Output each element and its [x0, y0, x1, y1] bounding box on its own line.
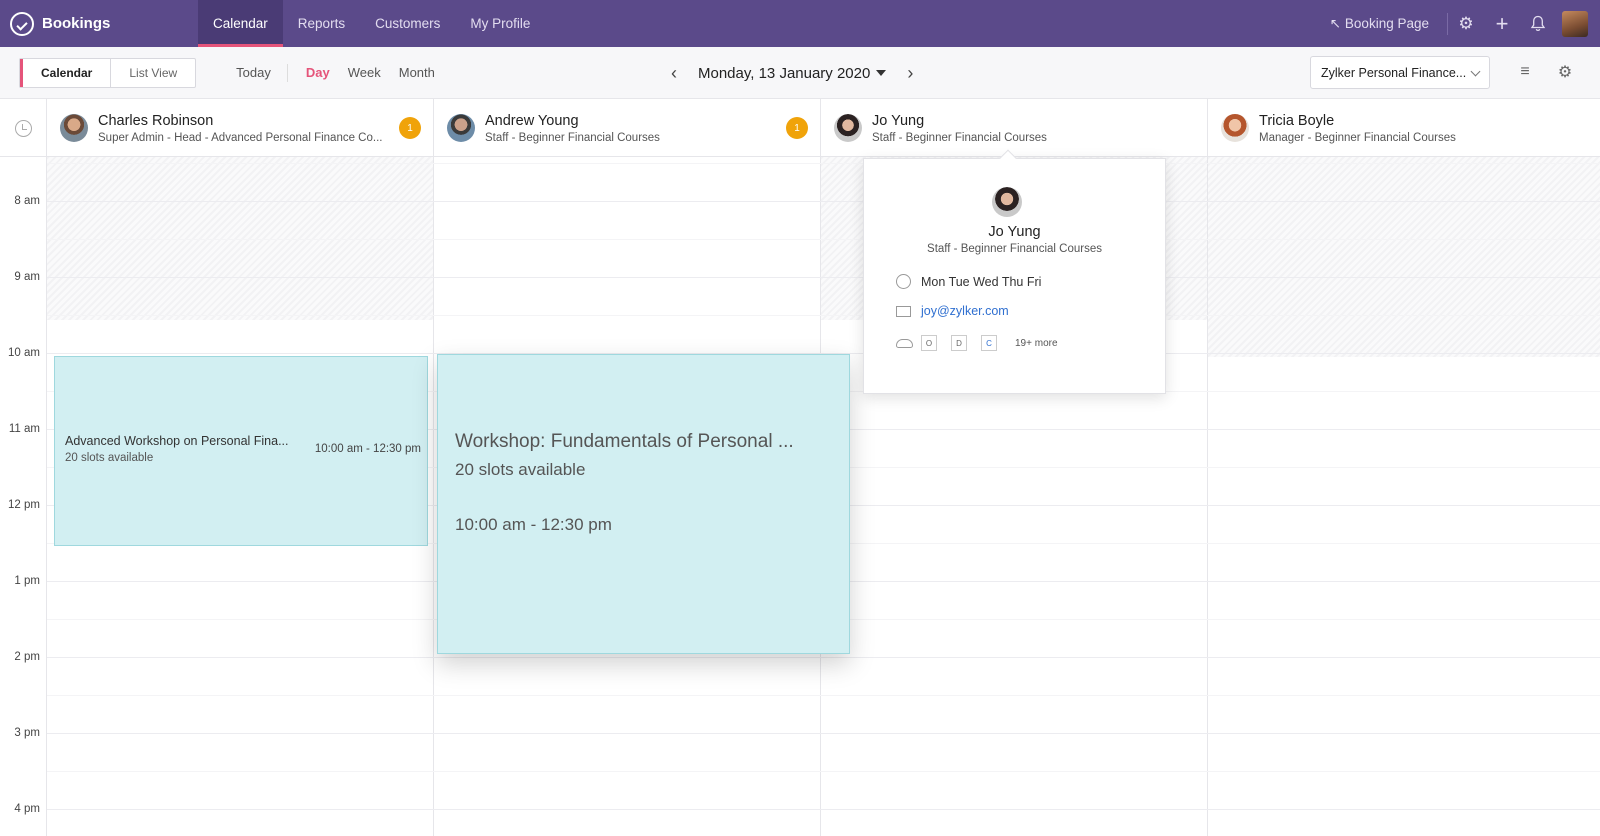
top-nav: Bookings Calendar Reports Customers My P… [0, 0, 1600, 47]
week-range-button[interactable]: Week [348, 65, 381, 80]
time-label: 4 pm [14, 803, 40, 815]
more-services-link[interactable]: 19+ more [1015, 338, 1058, 349]
cloud-icon [896, 338, 913, 348]
service-chip: C [981, 335, 997, 351]
date-navigator: ‹ Monday, 13 January 2020 › [660, 47, 924, 99]
brand[interactable]: Bookings [0, 0, 198, 47]
staff-header: Charles Robinson Super Admin - Head - Ad… [0, 99, 1600, 157]
avatar [992, 187, 1022, 217]
nav-right: ↖ Booking Page ⚙ + [1312, 0, 1600, 47]
staff-role: Staff - Beginner Financial Courses [872, 131, 1047, 144]
booking-count-badge: 1 [786, 117, 808, 139]
working-days: Mon Tue Wed Thu Fri [921, 274, 1042, 289]
event-card[interactable]: Advanced Workshop on Personal Fina... 20… [54, 356, 428, 546]
services-row: O D C 19+ more [896, 335, 1058, 351]
email-row: joy@zylker.com [896, 304, 1009, 318]
popup-staff-name: Jo Yung [988, 224, 1041, 240]
nav-tab-my-profile[interactable]: My Profile [455, 0, 545, 47]
time-label: 11 am [8, 423, 40, 435]
time-gutter: 8 am 9 am 10 am 11 am 12 pm 1 pm 2 pm 3 … [0, 157, 47, 836]
time-label: 10 am [8, 347, 40, 359]
app-name: Bookings [42, 15, 111, 32]
event-time: 10:00 am - 12:30 pm [455, 515, 612, 534]
staff-name: Tricia Boyle [1259, 112, 1335, 129]
workspace-select[interactable]: Zylker Personal Finance... [1310, 56, 1490, 89]
booking-page-link[interactable]: ↖ Booking Page [1312, 12, 1448, 35]
day-range-button[interactable]: Day [306, 65, 330, 80]
service-chip: D [951, 335, 967, 351]
list-view-button[interactable]: List View [111, 59, 195, 87]
event-time: 10:00 am - 12:30 pm [314, 443, 421, 455]
mail-icon [896, 305, 911, 317]
staff-name: Andrew Young [485, 112, 579, 129]
clock-icon [14, 119, 32, 137]
time-label: 8 am [14, 195, 40, 207]
chevron-right-icon[interactable]: › [896, 63, 924, 84]
time-label: 9 am [14, 271, 40, 283]
month-range-button[interactable]: Month [399, 65, 435, 80]
avatar [834, 114, 862, 142]
time-label: 3 pm [14, 727, 40, 739]
staff-role: Super Admin - Head - Advanced Personal F… [98, 131, 383, 144]
event-card-dragging[interactable]: Workshop: Fundamentals of Personal ... 2… [437, 354, 850, 654]
booking-page-label: Booking Page [1344, 16, 1429, 31]
event-slots: 20 slots available [65, 452, 154, 464]
caret-down-icon [876, 70, 887, 76]
bookings-logo-icon [10, 11, 34, 36]
date-picker[interactable]: Monday, 13 January 2020 [688, 65, 896, 82]
staff-name: Charles Robinson [98, 112, 214, 129]
time-label: 2 pm [14, 651, 40, 663]
nav-tab-reports[interactable]: Reports [283, 0, 360, 47]
view-toggle: Calendar List View [19, 57, 197, 88]
event-title: Advanced Workshop on Personal Fina... [65, 434, 289, 448]
nav-tab-customers[interactable]: Customers [360, 0, 455, 47]
service-chip: O [921, 335, 937, 351]
workspace-select-value: Zylker Personal Finance... [1321, 65, 1467, 80]
popup-staff-role: Staff - Beginner Financial Courses [927, 243, 1102, 255]
booking-count-badge: 1 [399, 117, 421, 139]
nav-tab-calendar[interactable]: Calendar [198, 0, 283, 47]
avatar [1221, 114, 1249, 142]
add-icon[interactable]: + [1484, 0, 1520, 47]
time-label: 1 pm [14, 575, 40, 587]
today-button[interactable]: Today [236, 63, 288, 82]
chevron-left-icon[interactable]: ‹ [660, 63, 688, 84]
event-title: Workshop: Fundamentals of Personal ... [455, 431, 794, 452]
settings-icon[interactable]: ⚙ [1448, 0, 1484, 47]
avatar [447, 114, 475, 142]
user-avatar[interactable] [1562, 10, 1588, 37]
working-days-row: Mon Tue Wed Thu Fri [896, 274, 1041, 289]
staff-column-andrew[interactable]: Andrew Young Staff - Beginner Financial … [434, 99, 821, 157]
notification-bell-icon[interactable] [1520, 0, 1556, 47]
staff-role: Manager - Beginner Financial Courses [1259, 131, 1456, 144]
clock-icon [896, 274, 911, 289]
chevron-down-icon [1470, 66, 1481, 77]
staff-name: Jo Yung [872, 112, 925, 129]
email-link[interactable]: joy@zylker.com [921, 304, 1009, 318]
current-date: Monday, 13 January 2020 [698, 64, 871, 82]
time-zone-cell[interactable] [0, 99, 47, 157]
time-label: 12 pm [8, 499, 40, 511]
staff-column-tricia[interactable]: Tricia Boyle Manager - Beginner Financia… [1208, 99, 1600, 157]
cursor-icon: ↖ [1329, 15, 1341, 31]
calendar-settings-icon[interactable]: ⚙ [1552, 59, 1578, 85]
day-grid: 8 am 9 am 10 am 11 am 12 pm 1 pm 2 pm 3 … [0, 157, 1600, 836]
calendar-toolbar: Calendar List View Today Day Week Month … [0, 47, 1600, 99]
staff-column-jo[interactable]: Jo Yung Staff - Beginner Financial Cours… [821, 99, 1208, 157]
staff-role: Staff - Beginner Financial Courses [485, 131, 660, 144]
calendar-view-button[interactable]: Calendar [20, 58, 112, 87]
calendar-column[interactable] [1208, 157, 1600, 836]
sort-list-icon[interactable]: ≡ [1512, 59, 1538, 85]
staff-column-charles[interactable]: Charles Robinson Super Admin - Head - Ad… [47, 99, 434, 157]
event-slots: 20 slots available [455, 460, 586, 479]
avatar [60, 114, 88, 142]
